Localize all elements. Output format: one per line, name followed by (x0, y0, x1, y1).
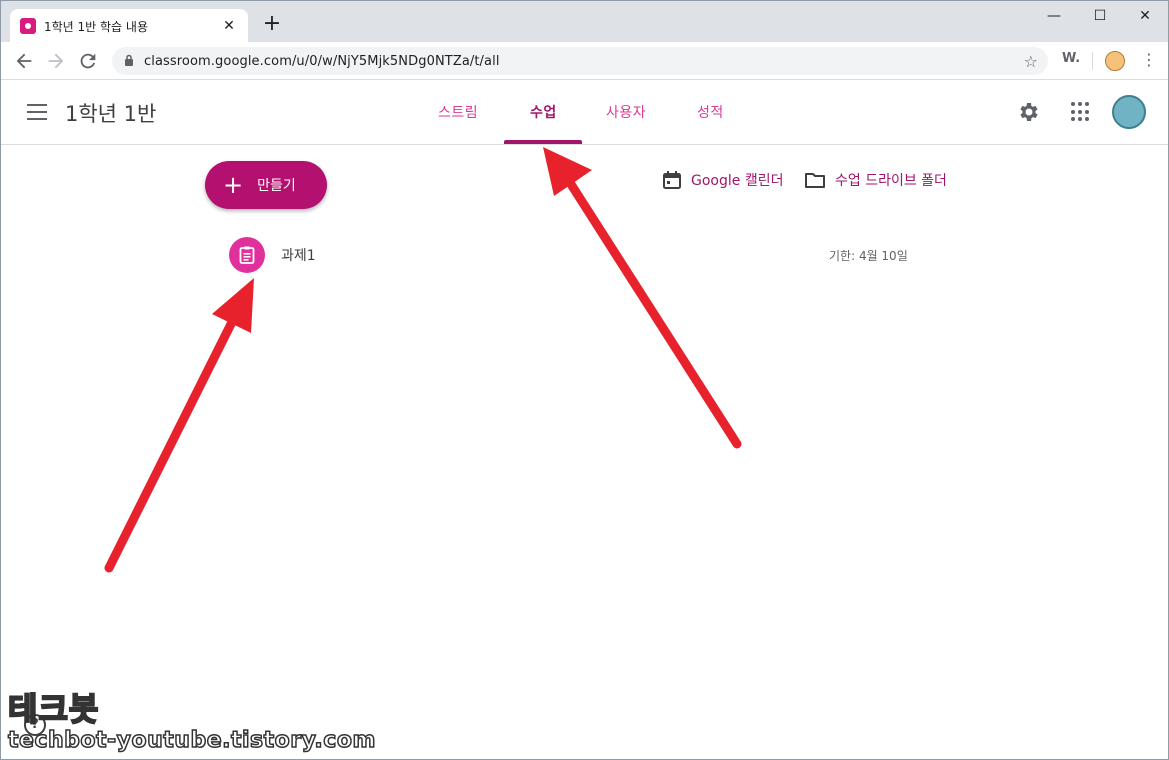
watermark-title: 테크봇 (7, 689, 100, 729)
classroom-favicon-icon (20, 18, 36, 34)
user-avatar[interactable] (1112, 95, 1146, 129)
google-apps-icon[interactable] (1071, 102, 1091, 122)
class-title[interactable]: 1학년 1반 (65, 98, 156, 128)
watermark-url: techbot-youtube.tistory.com (7, 727, 376, 754)
minimize-button[interactable]: — (1037, 5, 1071, 27)
create-button-label: 만들기 (257, 178, 296, 194)
tab-stream[interactable]: 스트림 (438, 102, 478, 122)
google-calendar-link[interactable]: Google 캘린더 (662, 170, 783, 190)
browser-tab[interactable]: 1학년 1반 학습 내용 ✕ (10, 9, 248, 43)
settings-gear-icon[interactable] (1017, 100, 1041, 124)
back-arrow-icon[interactable] (13, 50, 35, 72)
tab-title: 1학년 1반 학습 내용 (44, 19, 148, 34)
arrow-to-classwork-tab (543, 147, 742, 449)
class-drive-folder-label: 수업 드라이브 폴더 (835, 173, 947, 189)
assignment-due-date: 기한: 4월 10일 (829, 249, 908, 263)
assignment-clipboard-icon[interactable] (229, 237, 265, 273)
forward-arrow-icon[interactable] (45, 50, 67, 72)
browser-profile-avatar[interactable] (1105, 51, 1125, 71)
browser-tab-strip: 1학년 1반 학습 내용 ✕ + — ☐ ✕ (0, 0, 1169, 43)
bookmark-star-icon[interactable]: ☆ (1024, 52, 1038, 71)
active-tab-indicator (504, 140, 582, 144)
lock-icon (124, 54, 134, 69)
folder-icon (804, 170, 826, 190)
tab-people[interactable]: 사용자 (606, 102, 646, 122)
browser-menu-icon[interactable]: ⋮ (1141, 50, 1157, 69)
create-button[interactable]: + 만들기 (205, 161, 327, 209)
url-text: classroom.google.com/u/0/w/NjY5Mjk5NDg0N… (144, 53, 500, 69)
google-calendar-label: Google 캘린더 (691, 173, 784, 189)
class-drive-folder-link[interactable]: 수업 드라이브 폴더 (804, 170, 947, 190)
calendar-icon (662, 170, 682, 190)
browser-toolbar: classroom.google.com/u/0/w/NjY5Mjk5NDg0N… (0, 42, 1169, 80)
toolbar-divider (1092, 52, 1093, 70)
window-close-button[interactable]: ✕ (1128, 5, 1162, 27)
tab-close-icon[interactable]: ✕ (220, 18, 238, 34)
extension-w-icon[interactable]: W. (1062, 51, 1080, 66)
reload-icon[interactable] (77, 50, 99, 72)
hamburger-menu-icon[interactable] (27, 104, 47, 120)
new-tab-button[interactable]: + (261, 13, 283, 35)
classroom-app-bar: 1학년 1반 스트림 수업 사용자 성적 (1, 80, 1168, 145)
address-bar[interactable]: classroom.google.com/u/0/w/NjY5Mjk5NDg0N… (112, 47, 1048, 75)
assignment-title[interactable]: 과제1 (281, 245, 316, 265)
plus-icon: + (223, 171, 244, 199)
tab-grades[interactable]: 성적 (697, 102, 724, 122)
maximize-button[interactable]: ☐ (1083, 5, 1117, 27)
arrow-to-assignment (104, 278, 254, 573)
tab-classwork[interactable]: 수업 (530, 102, 557, 122)
